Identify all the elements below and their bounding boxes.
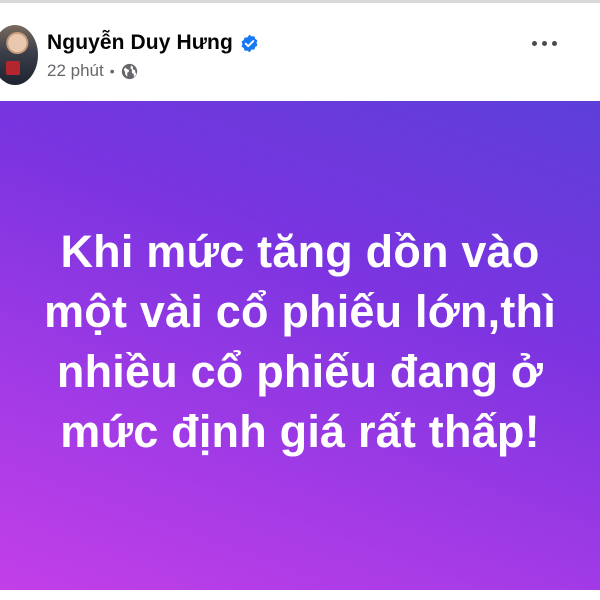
more-horizontal-icon [531,40,537,46]
post-body-text: Khi mức tăng dồn vào một vài cổ phiếu lớ… [44,225,556,457]
meta-separator: • [109,63,115,79]
verified-badge-icon [240,34,259,53]
author-name[interactable]: Nguyễn Duy Hưng [47,31,233,55]
bottom-strip [0,590,600,600]
post-meta: 22 phút • [47,61,138,81]
avatar[interactable] [0,25,38,85]
globe-icon[interactable] [121,63,138,80]
author-row: Nguyễn Duy Hưng [47,30,259,56]
post-time[interactable]: 22 phút [47,61,104,81]
more-options-button[interactable] [521,29,567,57]
more-horizontal-icon [541,40,547,46]
more-horizontal-icon [551,40,557,46]
post-header: Nguyễn Duy Hưng 22 phút • [0,3,600,101]
post-background-card[interactable]: Khi mức tăng dồn vào một vài cổ phiếu lớ… [0,101,600,600]
